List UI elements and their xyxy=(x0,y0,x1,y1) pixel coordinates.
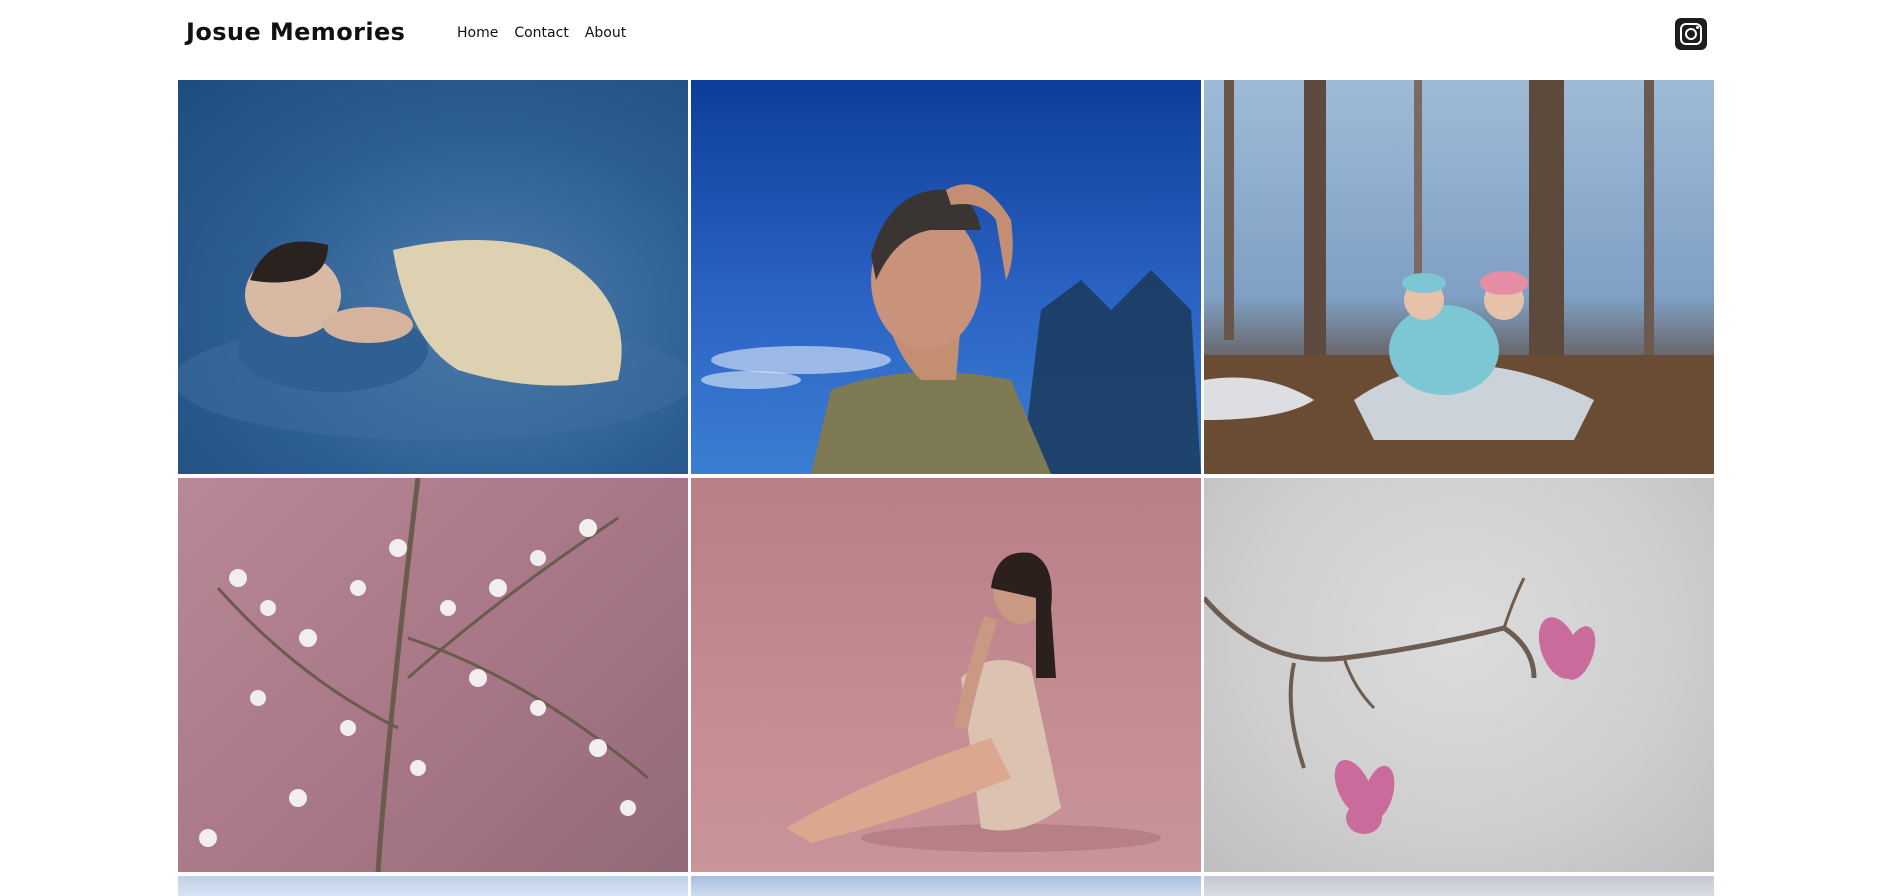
gallery-photo-newborn[interactable] xyxy=(178,80,688,474)
site-header: Josue Memories Home Contact About xyxy=(0,0,1887,78)
gallery-photo-portrait-woman[interactable] xyxy=(691,80,1201,474)
gallery-photo-children-forest[interactable] xyxy=(1204,80,1714,474)
nav-about[interactable]: About xyxy=(585,25,626,41)
nav-home[interactable]: Home xyxy=(457,25,498,41)
instagram-icon[interactable] xyxy=(1675,18,1707,50)
instagram-icon-dot xyxy=(1696,26,1699,29)
main-nav: Home Contact About xyxy=(457,25,626,41)
nav-contact[interactable]: Contact xyxy=(514,25,568,41)
gallery-photo-blossom-branch[interactable] xyxy=(178,478,688,872)
blossom-branch-photo-art xyxy=(199,478,649,872)
children-forest-photo-art xyxy=(1204,80,1714,474)
gallery-photo-magnolia[interactable] xyxy=(1204,478,1714,872)
gallery-photo-9[interactable] xyxy=(1204,876,1714,896)
woman-seated-photo-art xyxy=(786,552,1161,852)
site-title[interactable]: Josue Memories xyxy=(186,18,405,46)
gallery-photo-7[interactable] xyxy=(178,876,688,896)
magnolia-photo-art xyxy=(1204,577,1596,834)
gallery-photo-woman-seated[interactable] xyxy=(691,478,1201,872)
instagram-icon-lens xyxy=(1685,28,1697,40)
newborn-photo-art xyxy=(178,240,688,440)
portrait-woman-photo-art xyxy=(701,184,1201,474)
gallery-photo-8[interactable] xyxy=(691,876,1201,896)
